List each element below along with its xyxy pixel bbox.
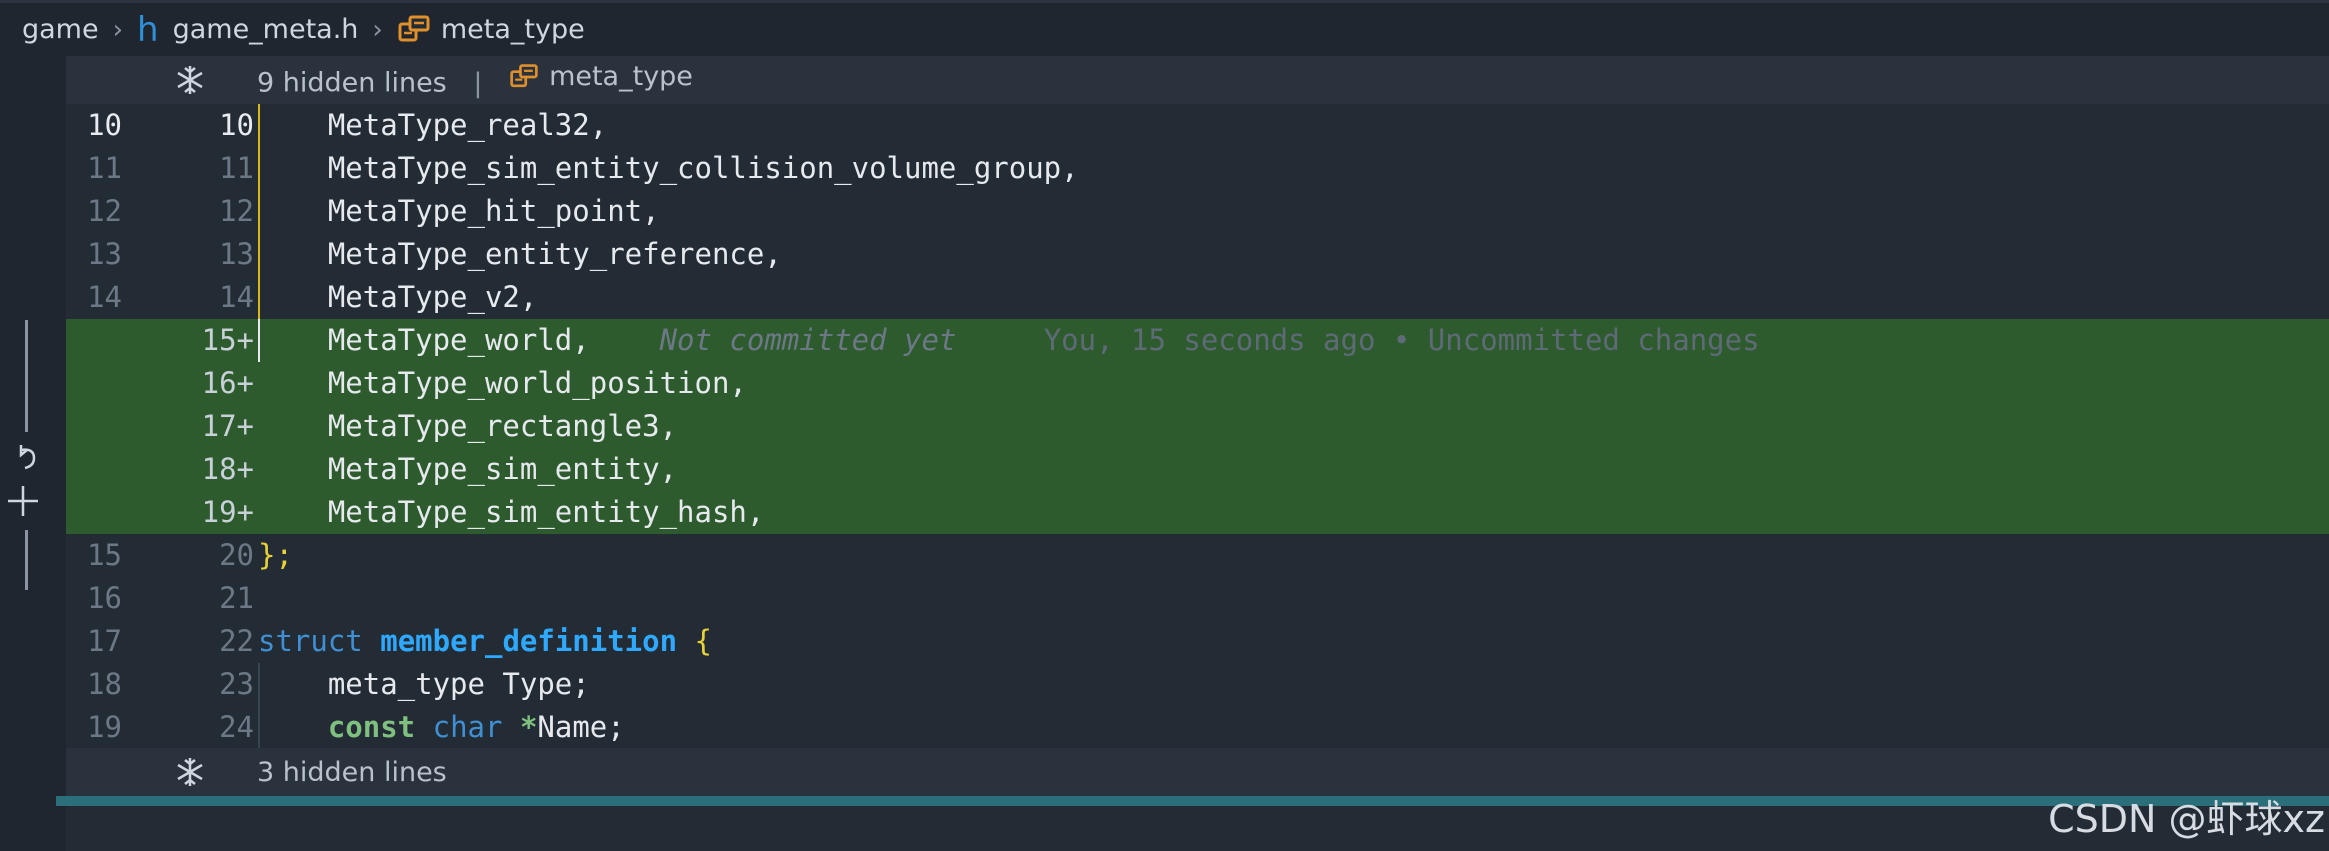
- diff-editor[interactable]: 9 hidden lines | meta_type 10 10 MetaTyp…: [66, 56, 2329, 851]
- new-line-number: 20: [219, 538, 254, 572]
- hidden-lines-label[interactable]: 9 hidden lines: [257, 68, 447, 99]
- enum-symbol-icon: [510, 63, 538, 87]
- code-text[interactable]: MetaType_sim_entity,: [258, 448, 677, 491]
- revert-icon[interactable]: [12, 444, 42, 474]
- code-text[interactable]: MetaType_hit_point,: [258, 190, 660, 233]
- code-text[interactable]: struct member_definition {: [258, 620, 712, 663]
- old-line-number: 12: [87, 194, 122, 228]
- code-line[interactable]: 13 13 MetaType_entity_reference,: [66, 233, 2329, 276]
- code-line[interactable]: 10 10 MetaType_real32,: [66, 104, 2329, 147]
- breadcrumb-file[interactable]: game_meta.h: [173, 14, 359, 45]
- added-code-line[interactable]: 16+ MetaType_world_position,: [66, 362, 2329, 405]
- new-line-number: 22: [219, 624, 254, 658]
- old-line-number: 19: [87, 710, 122, 744]
- old-line-number: 14: [87, 280, 122, 314]
- code-line[interactable]: 17 22 struct member_definition {: [66, 620, 2329, 663]
- breadcrumb-symbol[interactable]: meta_type: [441, 14, 585, 45]
- hidden-lines-context[interactable]: meta_type: [549, 61, 693, 92]
- c-header-file-icon: h: [137, 9, 159, 50]
- new-line-number: 13: [219, 237, 254, 271]
- code-text[interactable]: meta_type Type;: [258, 663, 590, 706]
- code-text[interactable]: MetaType_real32,: [258, 104, 607, 147]
- code-line[interactable]: 18 23 meta_type Type;: [66, 663, 2329, 706]
- horizontal-scrollbar[interactable]: [56, 796, 2329, 806]
- keyword-const: const: [327, 710, 416, 744]
- code-line[interactable]: 16 21: [66, 577, 2329, 620]
- hidden-lines-label[interactable]: 3 hidden lines: [257, 757, 447, 788]
- code-text[interactable]: MetaType_v2,: [258, 276, 538, 319]
- code-line[interactable]: 11 11 MetaType_sim_entity_collision_volu…: [66, 147, 2329, 190]
- watermark: CSDN @虾球xz: [2048, 797, 2325, 841]
- blame-status: Not committed yet: [659, 323, 957, 357]
- type-char: char: [432, 710, 503, 744]
- hidden-lines-bottom[interactable]: 3 hidden lines: [66, 748, 2329, 796]
- new-line-number: 12: [219, 194, 254, 228]
- added-code-line[interactable]: 18+ MetaType_sim_entity,: [66, 448, 2329, 491]
- breadcrumb-folder[interactable]: game: [22, 14, 99, 45]
- code-line[interactable]: 12 12 MetaType_hit_point,: [66, 190, 2329, 233]
- code-text-with-blame[interactable]: MetaType_world, Not committed yet You, 1…: [258, 319, 1760, 362]
- old-line-number: 11: [87, 151, 122, 185]
- change-marker[interactable]: [25, 320, 28, 432]
- new-line-number: 24: [219, 710, 254, 744]
- new-line-number: 15+: [201, 323, 254, 357]
- hidden-lines-top[interactable]: 9 hidden lines | meta_type: [66, 56, 2329, 104]
- new-line-number: 23: [219, 667, 254, 701]
- old-line-number: 16: [87, 581, 122, 615]
- code-text[interactable]: };: [258, 534, 293, 577]
- old-line-number: 18: [87, 667, 122, 701]
- unfold-icon[interactable]: [174, 64, 206, 96]
- new-line-number: 19+: [201, 495, 254, 529]
- new-line-number: 17+: [201, 409, 254, 443]
- code-text[interactable]: MetaType_sim_entity_collision_volume_gro…: [258, 147, 1079, 190]
- new-line-number: 14: [219, 280, 254, 314]
- chevron-right-icon: ›: [112, 14, 124, 45]
- code-line[interactable]: 14 14 MetaType_v2,: [66, 276, 2329, 319]
- unfold-icon[interactable]: [174, 756, 206, 788]
- old-line-number: 10: [87, 108, 122, 142]
- member-name: Name;: [537, 710, 625, 744]
- new-line-number: 21: [219, 581, 254, 615]
- code-line[interactable]: 19 24 const char *Name;: [66, 706, 2329, 749]
- chevron-right-icon: ›: [372, 14, 383, 45]
- old-line-number: 17: [87, 624, 122, 658]
- new-line-number: 10: [219, 108, 254, 142]
- pointer-star: *: [519, 710, 538, 744]
- added-code-line[interactable]: 15+ MetaType_world, Not committed yet Yo…: [66, 319, 2329, 362]
- code-text[interactable]: const char *Name;: [258, 706, 625, 749]
- code-text[interactable]: MetaType_sim_entity_hash,: [258, 491, 765, 534]
- breadcrumb: game › h game_meta.h › meta_type: [0, 0, 2329, 56]
- new-line-number: 11: [219, 151, 254, 185]
- added-code-line[interactable]: 17+ MetaType_rectangle3,: [66, 405, 2329, 448]
- new-line-number: 18+: [201, 452, 254, 486]
- code-text[interactable]: MetaType_rectangle3,: [258, 405, 677, 448]
- new-line-number: 16+: [201, 366, 254, 400]
- old-line-number: 15: [87, 538, 122, 572]
- code-text[interactable]: MetaType_entity_reference,: [258, 233, 782, 276]
- separator: |: [473, 67, 483, 99]
- keyword-struct: struct: [258, 624, 363, 658]
- code-line[interactable]: 15 20 };: [66, 534, 2329, 577]
- code-text[interactable]: MetaType_world,: [258, 323, 590, 357]
- change-marker[interactable]: [25, 530, 28, 590]
- added-code-line[interactable]: 19+ MetaType_sim_entity_hash,: [66, 491, 2329, 534]
- blame-detail[interactable]: You, 15 seconds ago • Uncommitted change…: [1044, 323, 1760, 357]
- plus-icon[interactable]: [6, 484, 40, 518]
- open-brace: {: [694, 624, 712, 658]
- struct-name[interactable]: member_definition: [380, 624, 677, 658]
- code-text[interactable]: MetaType_world_position,: [258, 362, 747, 405]
- old-line-number: 13: [87, 237, 122, 271]
- enum-symbol-icon: [398, 15, 430, 41]
- diff-overview-strip: [0, 56, 66, 851]
